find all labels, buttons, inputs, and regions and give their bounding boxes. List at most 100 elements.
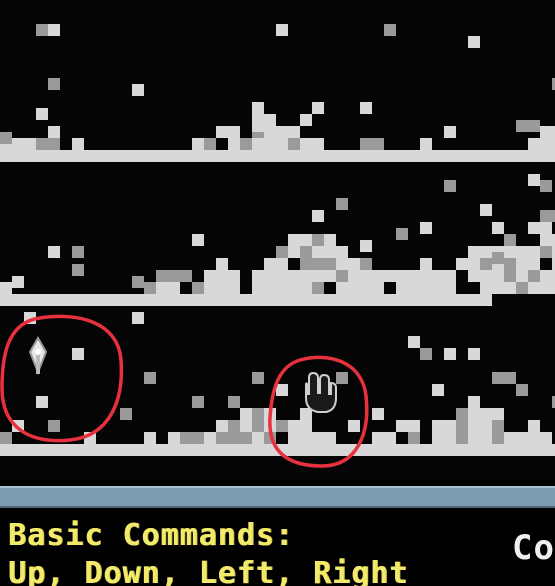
rock-tile — [444, 432, 456, 444]
rock-tile — [228, 294, 240, 306]
rock-tile — [192, 282, 204, 294]
rock-tile — [468, 444, 480, 456]
rock-tile — [420, 270, 432, 282]
rock-tile — [444, 270, 456, 282]
rock-tile — [252, 444, 264, 456]
rock-tile — [480, 420, 492, 432]
rock-tile — [420, 150, 432, 162]
rock-tile — [408, 294, 420, 306]
rock-tile — [216, 270, 228, 282]
rock-tile — [528, 432, 540, 444]
rock-tile — [240, 150, 252, 162]
rock-tile — [84, 150, 96, 162]
rock-tile — [384, 270, 396, 282]
rock-tile — [132, 312, 144, 324]
rock-tile — [216, 258, 228, 270]
rock-tile — [300, 258, 312, 270]
rock-tile — [348, 270, 360, 282]
rock-tile — [420, 258, 432, 270]
rock-tile — [456, 444, 468, 456]
rock-tile — [372, 432, 384, 444]
rock-tile — [408, 444, 420, 456]
rock-tile — [504, 258, 516, 270]
rock-tile — [444, 150, 456, 162]
rock-tile — [228, 126, 240, 138]
rock-tile — [372, 138, 384, 150]
rock-tile — [444, 444, 456, 456]
rock-tile — [216, 294, 228, 306]
rock-tile — [276, 246, 288, 258]
rock-tile — [468, 420, 480, 432]
rock-tile — [432, 384, 444, 396]
rock-tile — [384, 294, 396, 306]
rock-tile — [528, 420, 540, 432]
commands-list: Up, Down, Left, Right — [8, 556, 409, 586]
rock-tile — [516, 246, 528, 258]
rock-tile — [540, 270, 552, 282]
rock-tile — [144, 150, 156, 162]
rock-tile — [468, 246, 480, 258]
rock-tile — [492, 444, 504, 456]
rock-tile — [324, 294, 336, 306]
rock-tile — [336, 198, 348, 210]
rock-tile — [420, 288, 432, 300]
rock-tile — [432, 270, 444, 282]
rock-tile — [360, 258, 372, 270]
rock-tile — [312, 294, 324, 306]
rock-tile — [0, 432, 12, 444]
rock-tile — [480, 282, 492, 294]
rock-tile — [72, 348, 84, 360]
rock-tile — [312, 246, 324, 258]
rock-tile — [228, 282, 240, 294]
rock-tile — [24, 444, 36, 456]
rock-tile — [504, 432, 516, 444]
rock-tile — [216, 444, 228, 456]
rock-tile — [144, 294, 156, 306]
rock-tile — [384, 150, 396, 162]
rock-tile — [288, 294, 300, 306]
rock-tile — [456, 258, 468, 270]
rock-tile — [492, 222, 504, 234]
rock-tile — [48, 138, 60, 150]
rock-tile — [372, 408, 384, 420]
rock-tile — [480, 408, 492, 420]
rock-tile — [36, 396, 48, 408]
rock-tiles — [0, 24, 555, 456]
rock-tile — [360, 138, 372, 150]
rock-tile — [336, 150, 348, 162]
rock-tile — [300, 150, 312, 162]
rock-tile — [444, 348, 456, 360]
rock-tile — [144, 372, 156, 384]
rock-tile — [324, 150, 336, 162]
rock-tile — [504, 270, 516, 282]
rock-tile — [336, 246, 348, 258]
rock-tile — [348, 150, 360, 162]
rock-tile — [396, 150, 408, 162]
rock-tile — [276, 150, 288, 162]
rock-tile — [312, 138, 324, 150]
rock-tile — [192, 396, 204, 408]
rock-tile — [132, 84, 144, 96]
rock-tile — [60, 444, 72, 456]
rock-tile — [60, 150, 72, 162]
rock-tile — [312, 270, 324, 282]
rock-tile — [132, 294, 144, 306]
rock-tile — [156, 282, 168, 294]
rock-tile — [192, 444, 204, 456]
rock-tile — [492, 408, 504, 420]
rock-tile — [312, 258, 324, 270]
rock-tile — [456, 150, 468, 162]
rock-tile — [312, 102, 324, 114]
rock-tile — [312, 150, 324, 162]
rock-tile — [48, 24, 60, 36]
rock-tile — [204, 294, 216, 306]
rock-tile — [156, 444, 168, 456]
rock-tile — [240, 420, 252, 432]
rock-tile — [36, 444, 48, 456]
rock-tile — [108, 294, 120, 306]
game-viewport[interactable] — [0, 0, 555, 480]
rock-tile — [264, 150, 276, 162]
rock-tile — [192, 138, 204, 150]
rock-tile — [504, 372, 516, 384]
rock-tile — [432, 432, 444, 444]
